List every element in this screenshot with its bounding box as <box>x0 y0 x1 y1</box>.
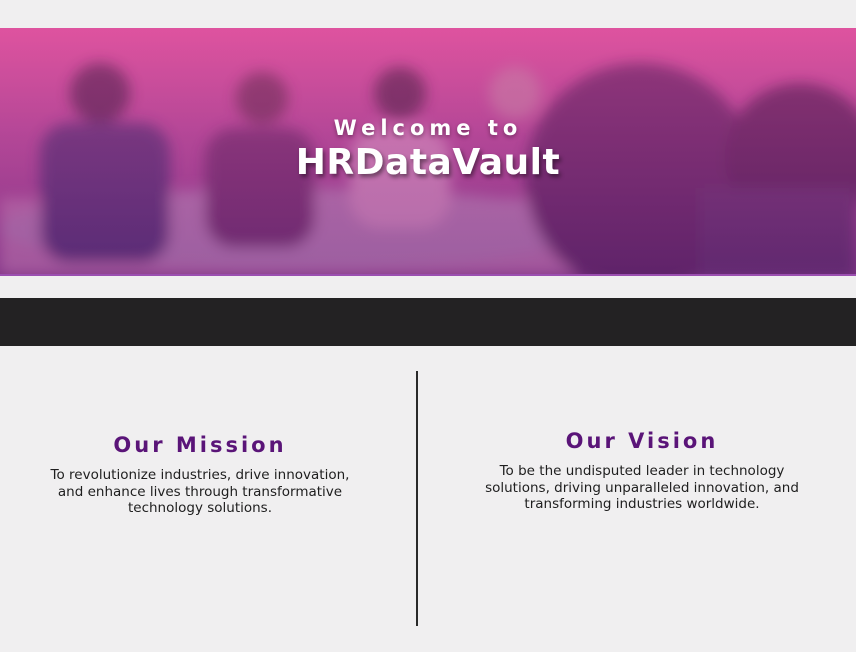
mission-title: Our Mission <box>113 433 287 457</box>
hero-banner: Welcome to HRDataVault <box>0 28 856 276</box>
navigation-bar <box>0 298 856 346</box>
vision-text: To be the undisputed leader in technolog… <box>485 463 799 512</box>
mission-text: To revolutionize industries, drive innov… <box>50 467 350 516</box>
hero-brand-title: HRDataVault <box>295 142 561 183</box>
hero-welcome-text: Welcome to <box>333 116 523 140</box>
vision-section: Our Vision To be the undisputed leader i… <box>476 429 808 513</box>
vision-title: Our Vision <box>565 429 719 453</box>
mission-section: Our Mission To revolutionize industries,… <box>40 433 360 517</box>
section-divider <box>416 371 418 626</box>
